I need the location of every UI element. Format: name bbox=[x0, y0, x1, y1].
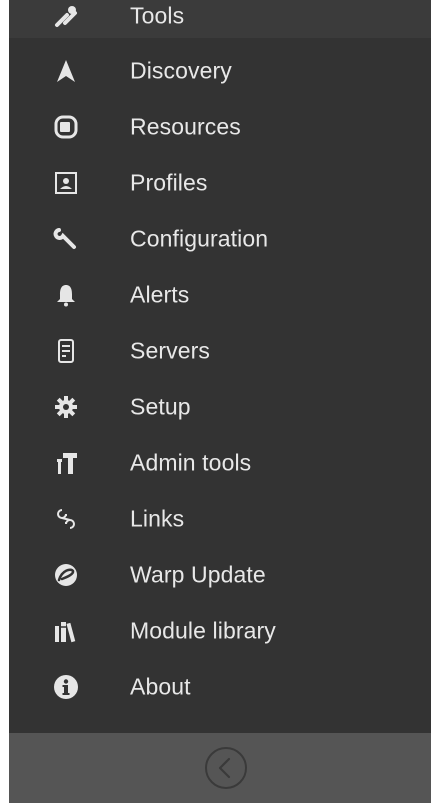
sidebar-item-label: Discovery bbox=[130, 57, 232, 84]
bell-icon bbox=[53, 282, 79, 308]
sidebar-item-label: Servers bbox=[130, 337, 210, 364]
profiles-icon bbox=[53, 170, 79, 196]
sidebar-footer bbox=[9, 733, 431, 803]
sidebar-item-tools[interactable]: Tools bbox=[9, 0, 431, 44]
sidebar-item-label: Setup bbox=[130, 393, 191, 420]
tools-icon bbox=[53, 3, 79, 29]
books-icon bbox=[53, 618, 79, 644]
sidebar-item-label: Resources bbox=[130, 113, 241, 140]
discovery-icon bbox=[53, 58, 79, 84]
wrench-icon bbox=[53, 226, 79, 252]
sidebar-item-alerts[interactable]: Alerts bbox=[9, 267, 431, 323]
sidebar-item-label: Links bbox=[130, 505, 185, 532]
warp-update-icon bbox=[53, 562, 79, 588]
gear-icon bbox=[53, 394, 79, 420]
sidebar-item-module-library[interactable]: Module library bbox=[9, 603, 431, 659]
sidebar-item-label: Admin tools bbox=[130, 449, 252, 476]
sidebar-item-about[interactable]: About bbox=[9, 659, 431, 715]
hammer-icon bbox=[53, 450, 79, 476]
sidebar-item-label: About bbox=[130, 673, 191, 700]
collapse-sidebar-button[interactable] bbox=[203, 745, 249, 791]
sidebar-item-label: Alerts bbox=[130, 281, 190, 308]
sidebar-item-resources[interactable]: Resources bbox=[9, 99, 431, 155]
sidebar-item-profiles[interactable]: Profiles bbox=[9, 155, 431, 211]
sidebar-item-admin-tools[interactable]: Admin tools bbox=[9, 435, 431, 491]
info-icon bbox=[53, 674, 79, 700]
sidebar-menu: Tools Discovery Resources Profiles Confi… bbox=[9, 0, 431, 803]
sidebar-item-label: Warp Update bbox=[130, 561, 266, 588]
server-icon bbox=[53, 338, 79, 364]
sidebar-item-label: Profiles bbox=[130, 169, 208, 196]
links-icon bbox=[53, 506, 79, 532]
sidebar-item-servers[interactable]: Servers bbox=[9, 323, 431, 379]
chevron-left-circle-icon bbox=[205, 747, 247, 789]
resources-icon bbox=[53, 114, 79, 140]
sidebar-item-discovery[interactable]: Discovery bbox=[9, 43, 431, 99]
sidebar-item-label: Configuration bbox=[130, 225, 269, 252]
sidebar-item-setup[interactable]: Setup bbox=[9, 379, 431, 435]
sidebar-item-label: Tools bbox=[130, 2, 185, 29]
sidebar-item-warp-update[interactable]: Warp Update bbox=[9, 547, 431, 603]
sidebar-item-configuration[interactable]: Configuration bbox=[9, 211, 431, 267]
sidebar-item-links[interactable]: Links bbox=[9, 491, 431, 547]
sidebar-item-label: Module library bbox=[130, 617, 276, 644]
